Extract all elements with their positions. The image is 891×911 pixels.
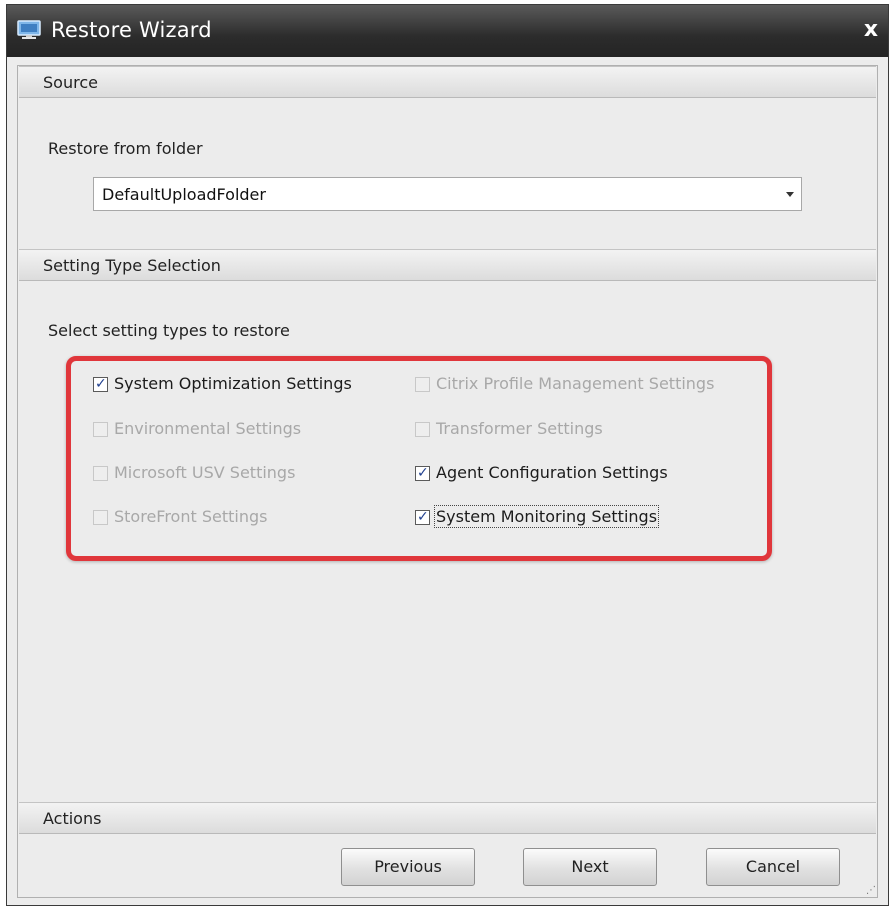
restore-wizard-window: Restore Wizard x Source Restore from fol… xyxy=(6,4,889,906)
checkbox-box[interactable]: ✓ xyxy=(415,466,430,481)
setting-types-instruction: Select setting types to restore xyxy=(48,321,290,340)
checkmark-icon: ✓ xyxy=(95,376,107,392)
checkbox-box xyxy=(93,422,108,437)
monitor-icon xyxy=(17,20,41,39)
restore-folder-value: DefaultUploadFolder xyxy=(102,185,266,204)
close-icon: x xyxy=(863,17,879,42)
checkbox-box xyxy=(415,422,430,437)
actions-header-label: Actions xyxy=(43,809,102,828)
checkmark-icon: ✓ xyxy=(417,509,429,525)
setting-type-header-label: Setting Type Selection xyxy=(43,256,221,275)
checkbox-label: System Monitoring Settings xyxy=(433,505,660,528)
checkbox-label: Environmental Settings xyxy=(114,419,302,438)
checkbox-box xyxy=(415,377,430,392)
checkbox-label: Agent Configuration Settings xyxy=(436,463,668,482)
chevron-down-icon[interactable] xyxy=(786,192,794,197)
cancel-button[interactable]: Cancel xyxy=(706,848,840,886)
resize-grip-icon[interactable]: ⋰ xyxy=(866,885,876,896)
checkbox-label: StoreFront Settings xyxy=(114,507,268,526)
source-header-label: Source xyxy=(43,73,98,92)
checkmark-icon: ✓ xyxy=(417,465,429,481)
previous-button[interactable]: Previous xyxy=(341,848,475,886)
setting-type-section-header: Setting Type Selection xyxy=(19,249,876,281)
next-button[interactable]: Next xyxy=(523,848,657,886)
checkbox-box[interactable]: ✓ xyxy=(93,377,108,392)
checkbox-box[interactable]: ✓ xyxy=(415,510,430,525)
checkbox-label: Transformer Settings xyxy=(436,419,603,438)
close-button[interactable]: x xyxy=(860,17,882,43)
wizard-content: Source Restore from folder DefaultUpload… xyxy=(17,65,878,898)
actions-section-header: Actions xyxy=(19,802,876,834)
checkbox-box xyxy=(93,510,108,525)
checkbox-label: System Optimization Settings xyxy=(114,374,352,393)
restore-folder-dropdown[interactable]: DefaultUploadFolder xyxy=(93,177,802,211)
source-section-header: Source xyxy=(19,66,876,98)
checkbox-box xyxy=(93,466,108,481)
restore-folder-label: Restore from folder xyxy=(48,139,203,158)
checkbox-label: Citrix Profile Management Settings xyxy=(436,374,715,393)
window-title: Restore Wizard xyxy=(51,18,212,42)
checkbox-label: Microsoft USV Settings xyxy=(114,463,296,482)
title-bar[interactable]: Restore Wizard x xyxy=(7,5,888,57)
